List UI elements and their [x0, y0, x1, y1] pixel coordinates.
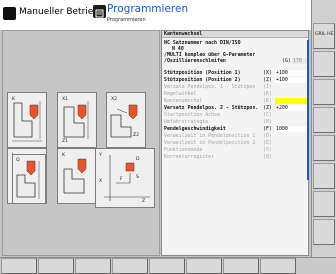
program-line-4-value[interactable]: 170 [292, 58, 308, 64]
softkey-right-4[interactable] [313, 107, 335, 133]
param-cone-angle: Kegelwinkel [164, 91, 197, 97]
diagram-6-label-q: Q [16, 158, 20, 163]
softkey-bottom-7[interactable] [223, 258, 259, 274]
diagram-1-label-k: K [12, 97, 16, 102]
param-start-axis: Startposition Achse [164, 112, 220, 118]
param-dwell-1-code: (D) [263, 133, 272, 139]
diagram-7-label-d: D [136, 157, 140, 162]
param-start-axis-code: (C) [263, 112, 272, 118]
param-edge-change-code: (K) [263, 98, 272, 104]
help-diagram-5: K [57, 148, 97, 204]
diagram-3-label-x2: X2 [111, 97, 118, 102]
param-offset-1: Versatz Pendelpos. 1 - Stützpos [164, 84, 256, 90]
param-correction-register-code: (Q) [263, 154, 272, 160]
diagram-7-label-x: X [99, 179, 103, 184]
param-function-mode: Funktionsmode [164, 147, 203, 153]
param-function-mode-code: (S) [263, 147, 272, 153]
diagram-3-label-z2: Z2 [133, 133, 140, 138]
param-strategy: Umfahrstrategie [164, 119, 209, 125]
param-dwell-2: Verweilzeit in Pendelposition 2 [164, 140, 256, 146]
program-line-4: /Oszillierenschleifen [164, 58, 226, 64]
program-line-4-code: (G) [282, 58, 291, 64]
softkey-bottom-1[interactable] [1, 258, 37, 274]
help-diagram-7: Z Y X F D S [95, 148, 155, 208]
param-edge-change-value[interactable] [275, 98, 308, 104]
softkey-bottom-4[interactable] [112, 258, 148, 274]
param-dwell-2-code: (E) [263, 140, 272, 146]
softkey-right-6[interactable] [313, 163, 335, 189]
help-diagram-2: X1 Z1 [57, 92, 97, 148]
diagram-7-label-s: S [136, 175, 139, 180]
diagram-5-label-k: K [62, 153, 66, 158]
diagram-7-label-y: Y [99, 153, 102, 158]
help-diagram-3: X2 Z2 [106, 92, 146, 148]
program-subtitle: Programmieren [107, 17, 146, 23]
param-support-pos-2-code: (Z) [263, 77, 272, 83]
diagram-7-label-f: F [120, 177, 123, 182]
softkey-right-7[interactable] [313, 191, 335, 217]
manual-mode-icon [3, 7, 16, 20]
param-support-pos-2: Stützposition (Position 2) [164, 77, 241, 83]
param-support-pos-1-value[interactable]: +100 [275, 70, 308, 76]
softkey-bottom-3[interactable] [75, 258, 111, 274]
param-edge-change: Kantenumschal [164, 98, 203, 104]
softkey-right-8[interactable] [313, 219, 335, 245]
param-support-pos-2-value[interactable]: +100 [275, 77, 308, 83]
param-dwell-1: Verweilzeit in Pendelposition 1 [164, 133, 256, 139]
softkey-right-5[interactable] [313, 135, 335, 161]
program-title: Programmieren [107, 3, 189, 15]
softkey-bottom-5[interactable] [149, 258, 185, 274]
programming-mode-icon [93, 5, 106, 18]
softkey-bottom-6[interactable] [186, 258, 222, 274]
param-oscillation-speed-code: (F) [263, 126, 272, 132]
softkey-right-3[interactable] [313, 79, 335, 105]
mode-title: Manueller Betrieb [19, 7, 100, 17]
param-strategy-code: (B) [263, 119, 272, 125]
param-oscillation-speed: Pendelgeschwindigkeit [164, 126, 226, 132]
diagram-7-label-z: Z [142, 199, 146, 204]
param-offset-2: Versatz Pendelpos. 2 - Stützpos. [164, 105, 259, 111]
help-diagram-1: K [7, 92, 47, 148]
diagram-2-label-z1: Z1 [62, 139, 69, 144]
help-diagram-6: Q [12, 154, 46, 204]
param-cone-angle-code: (K) [263, 91, 272, 97]
param-support-pos-1: Stützposition (Position 1) [164, 70, 241, 76]
param-oscillation-speed-value[interactable]: 1000 [275, 126, 308, 132]
param-offset-1-code: (I) [263, 84, 272, 90]
param-support-pos-1-code: (X) [263, 70, 272, 76]
param-correction-register: Korrekturregister [164, 154, 215, 160]
softkey-right-1[interactable]: GRIL HE [313, 23, 335, 49]
program-scrollbar[interactable] [307, 40, 309, 180]
diagram-2-label-x1: X1 [62, 97, 69, 102]
softkey-bottom-8[interactable] [260, 258, 296, 274]
softkey-right-2[interactable] [313, 51, 335, 77]
softkey-right-1-label: GRIL HE [315, 32, 334, 37]
cycle-title: Kantenwechsel [164, 31, 203, 37]
param-offset-2-code: (Z) [263, 105, 272, 111]
param-offset-2-value[interactable]: +200 [275, 105, 308, 111]
softkey-bottom-2[interactable] [38, 258, 74, 274]
